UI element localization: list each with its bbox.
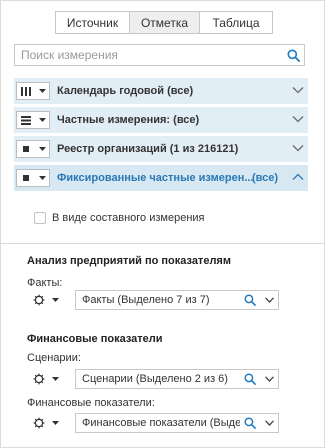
columns-icon (17, 83, 35, 99)
chevron-up-icon[interactable] (292, 171, 304, 183)
composite-label: В виде составного измерения (52, 212, 205, 224)
caret-down-icon (49, 292, 61, 308)
search-icon[interactable] (282, 45, 304, 65)
dimension-view-selector[interactable] (16, 82, 50, 100)
scenarios-field[interactable]: Сценарии (Выделено 2 из 6) (75, 369, 279, 389)
indicators-mode-selector[interactable] (29, 415, 69, 431)
chevron-down-icon[interactable] (292, 142, 304, 154)
caret-down-icon (49, 371, 61, 387)
caret-down-icon (35, 141, 49, 157)
caret-down-icon (49, 415, 61, 431)
dimension-view-selector[interactable] (16, 140, 50, 158)
dimension-search-input[interactable] (15, 45, 282, 65)
search-icon[interactable] (242, 372, 258, 386)
mark-panel: Источник Отметка Таблица Календарь годов… (0, 0, 325, 448)
chevron-down-icon[interactable] (262, 293, 276, 307)
indicators-field[interactable]: Финансовые показатели (Выделено (75, 413, 279, 433)
dimension-row-organizations[interactable]: Реестр организаций (1 из 216121) (14, 136, 308, 162)
facts-label: Факты: (27, 277, 63, 289)
facts-mode-selector[interactable] (29, 292, 69, 308)
scenarios-mode-selector[interactable] (29, 371, 69, 387)
dimension-row-fixed[interactable]: Фиксированные частные измерен... (все) (14, 165, 308, 191)
square-icon (17, 170, 35, 186)
rows-icon (17, 112, 35, 128)
dimension-label: Частные измерения: (все) (57, 114, 200, 126)
indicators-value: Финансовые показатели (Выделено (82, 417, 240, 429)
caret-down-icon (35, 83, 49, 99)
scenarios-row: Сценарии (Выделено 2 из 6) (27, 369, 279, 389)
indicators-label: Финансовые показатели: (27, 397, 155, 409)
caret-down-icon (35, 170, 49, 186)
dimension-row-calendar[interactable]: Календарь годовой (все) (14, 78, 308, 104)
dimension-row-private[interactable]: Частные измерения: (все) (14, 107, 308, 133)
dimension-label: Реестр организаций (1 из 216121) (57, 143, 239, 155)
tab-source[interactable]: Источник (55, 11, 130, 34)
facts-row: Факты (Выделено 7 из 7) (27, 290, 279, 310)
chevron-down-icon[interactable] (262, 416, 276, 430)
dimension-view-selector[interactable] (16, 169, 50, 187)
chevron-down-icon[interactable] (292, 84, 304, 96)
gear-icon (29, 371, 49, 387)
composite-checkbox[interactable] (34, 212, 46, 224)
analysis-section-title: Анализ предприятий по показателям (27, 255, 231, 267)
gear-icon (29, 415, 49, 431)
dimension-search-box (14, 44, 305, 66)
indicators-row: Финансовые показатели (Выделено (27, 413, 279, 433)
section-divider (1, 243, 325, 244)
chevron-down-icon[interactable] (292, 113, 304, 125)
search-icon[interactable] (242, 416, 258, 430)
finance-section-title: Финансовые показатели (27, 333, 163, 345)
dimension-label: Календарь годовой (все) (57, 85, 194, 97)
tab-bar: Источник Отметка Таблица (55, 11, 273, 34)
search-icon[interactable] (242, 293, 258, 307)
tab-table[interactable]: Таблица (200, 11, 273, 34)
chevron-down-icon[interactable] (262, 372, 276, 386)
square-icon (17, 141, 35, 157)
facts-value: Факты (Выделено 7 из 7) (82, 294, 210, 306)
tab-mark[interactable]: Отметка (130, 11, 200, 34)
facts-field[interactable]: Факты (Выделено 7 из 7) (75, 290, 279, 310)
scenarios-value: Сценарии (Выделено 2 из 6) (82, 373, 228, 385)
dimension-list: Календарь годовой (все) Частные измерени… (14, 78, 308, 194)
dimension-selection-count: (все) (252, 172, 279, 184)
composite-option: В виде составного измерения (34, 212, 205, 224)
scenarios-label: Сценарии: (27, 352, 81, 364)
dimension-label: Фиксированные частные измерен... (57, 172, 254, 184)
gear-icon (29, 292, 49, 308)
caret-down-icon (35, 112, 49, 128)
dimension-view-selector[interactable] (16, 111, 50, 129)
